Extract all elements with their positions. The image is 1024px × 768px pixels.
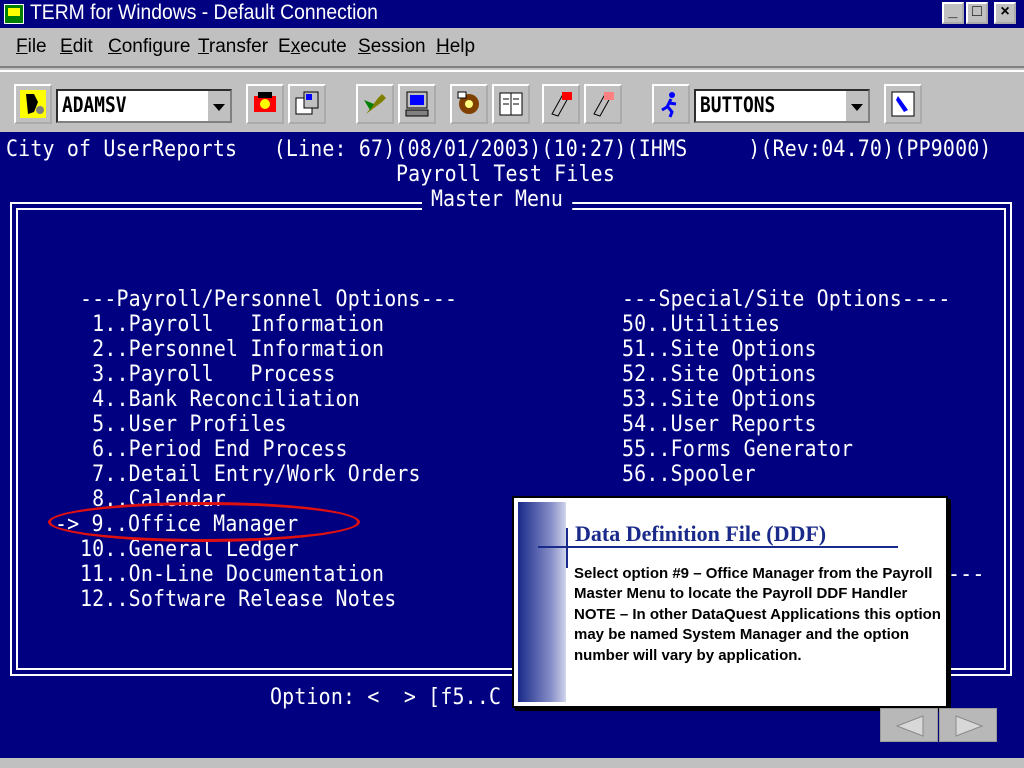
- menu-option[interactable]: 50..Utilities: [622, 312, 780, 337]
- menu-option[interactable]: 12..Software Release Notes: [80, 587, 396, 612]
- run-button[interactable]: [652, 84, 690, 124]
- chevron-down-icon[interactable]: [844, 91, 868, 121]
- pen-icon: [593, 92, 614, 117]
- menu-option[interactable]: 5..User Profiles: [80, 412, 287, 437]
- status-strip: [0, 758, 1024, 768]
- menu-execute[interactable]: Execute: [278, 36, 347, 58]
- mode-combo-value: BUTTONS: [700, 93, 776, 117]
- script-combo[interactable]: ADAMSV: [56, 89, 232, 123]
- menu-file[interactable]: File: [16, 36, 47, 58]
- menu-session[interactable]: Session: [358, 36, 426, 58]
- menu-option[interactable]: 6..Period End Process: [80, 437, 348, 462]
- status-line: City of UserReports (Line: 67)(08/01/200…: [6, 137, 992, 162]
- menu-transfer[interactable]: Transfer: [198, 36, 268, 58]
- book-icon: [499, 92, 523, 116]
- toolbar: ADAMSV BUTTONS: [0, 70, 1024, 132]
- menu-option[interactable]: 56..Spooler: [622, 462, 756, 487]
- callout-title: Data Definition File (DDF): [575, 521, 827, 546]
- app-icon[interactable]: [4, 4, 24, 24]
- menu-option[interactable]: 53..Site Options: [622, 387, 817, 412]
- edit-button[interactable]: [584, 84, 622, 124]
- screen-subtitle: Payroll Test Files: [396, 162, 616, 187]
- docs-button[interactable]: [492, 84, 530, 124]
- menu-option[interactable]: 7..Detail Entry/Work Orders: [80, 462, 421, 487]
- callout-body: Select option #9 – Office Manager from t…: [574, 565, 941, 664]
- menu-help[interactable]: Help: [436, 36, 475, 58]
- computer-icon: [405, 91, 429, 117]
- callout-rule-vertical: [566, 528, 568, 568]
- wrench-icon: [364, 94, 386, 114]
- close-button[interactable]: ×: [994, 2, 1016, 24]
- capture-button[interactable]: [288, 84, 326, 124]
- title-bar: TERM for Windows - Default Connection _ …: [0, 0, 1024, 28]
- next-arrow-icon: [955, 715, 984, 737]
- menu-option[interactable]: 1..Payroll Information: [80, 312, 384, 337]
- tools-button[interactable]: [542, 84, 580, 124]
- connect-button[interactable]: [14, 84, 52, 124]
- menu-option[interactable]: 2..Personnel Information: [80, 337, 384, 362]
- next-slide-button[interactable]: [939, 708, 997, 742]
- callout-accent-bar: [518, 502, 566, 702]
- prev-arrow-icon: [895, 715, 924, 737]
- tools-icon: [551, 92, 572, 117]
- minimize-button[interactable]: _: [942, 2, 964, 24]
- menu-option[interactable]: 11..On-Line Documentation: [80, 562, 384, 587]
- menu-option[interactable]: 51..Site Options: [622, 337, 817, 362]
- right-section-header: ---Special/Site Options----: [622, 287, 951, 312]
- menu-option[interactable]: 52..Site Options: [622, 362, 817, 387]
- menu-option[interactable]: 55..Forms Generator: [622, 437, 853, 462]
- menu-option[interactable]: 54..User Reports: [622, 412, 817, 437]
- mode-combo[interactable]: BUTTONS: [694, 89, 870, 123]
- script-combo-value: ADAMSV: [62, 93, 127, 117]
- highlight-ellipse: [48, 502, 360, 542]
- maximize-button[interactable]: □: [966, 2, 988, 24]
- gear-icon: [457, 91, 479, 114]
- camera-icon: [295, 91, 319, 115]
- host-button[interactable]: [398, 84, 436, 124]
- right-section-tail: ---: [948, 562, 985, 587]
- phone-icon: [254, 92, 276, 112]
- menu-bar: File Edit Configure Transfer Execute Ses…: [0, 28, 1024, 68]
- menu-frame-title: Master Menu: [422, 187, 572, 212]
- runner-icon: [661, 92, 677, 118]
- menu-option[interactable]: 4..Bank Reconciliation: [80, 387, 360, 412]
- option-prompt[interactable]: Option: < > [f5..C: [270, 685, 501, 710]
- left-section-header: ---Payroll/Personnel Options---: [80, 287, 458, 312]
- stop-button[interactable]: [884, 84, 922, 124]
- menu-option[interactable]: 3..Payroll Process: [80, 362, 336, 387]
- window-title: TERM for Windows - Default Connection: [30, 1, 378, 24]
- menu-edit[interactable]: Edit: [60, 36, 93, 58]
- phone-icon: [20, 90, 46, 118]
- settings-button[interactable]: [356, 84, 394, 124]
- dial-button[interactable]: [246, 84, 284, 124]
- chevron-down-icon[interactable]: [206, 91, 230, 121]
- macro-button[interactable]: [450, 84, 488, 124]
- prev-slide-button[interactable]: [880, 708, 938, 742]
- menu-configure[interactable]: Configure: [108, 36, 190, 58]
- callout-box: Data Definition File (DDF) Select option…: [512, 496, 948, 708]
- hand-icon: [891, 91, 915, 117]
